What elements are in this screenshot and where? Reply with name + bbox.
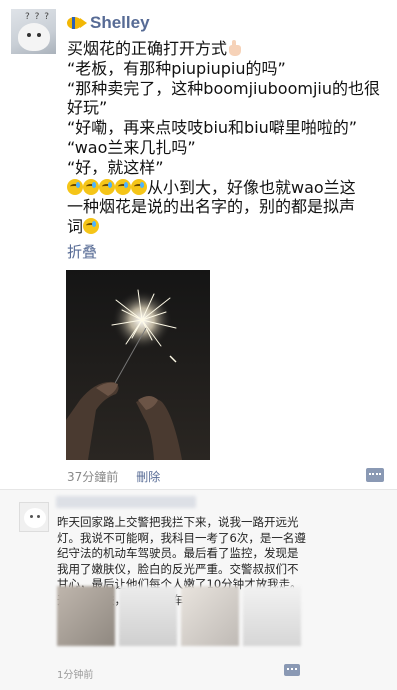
image-thumbnail[interactable]	[243, 586, 301, 646]
blurred-name	[56, 496, 196, 508]
post-text: 买烟花的正确打开方式 “老板，有那种piupiupiu的吗” “那种卖完了，这种…	[67, 39, 387, 237]
friend-avatar[interactable]	[19, 502, 49, 532]
post-meta: 37分鐘前 刪除	[67, 468, 160, 485]
author-avatar[interactable]: ? ? ?	[11, 9, 56, 54]
author-row: Shelley	[67, 12, 150, 34]
sparkler-photo[interactable]	[66, 270, 210, 460]
image-thumbnail[interactable]	[181, 586, 239, 646]
author-name[interactable]: Shelley	[90, 13, 150, 33]
post-line: 词	[67, 217, 84, 237]
post-time: 1分钟前	[57, 670, 94, 681]
fold-link[interactable]: 折叠	[67, 241, 97, 262]
post-line: 我用了嫩肤仪，脸白的反光严重。交警叔叔们不	[57, 561, 299, 576]
laughing-tears-emoji-icon	[83, 218, 100, 235]
embedded-post: 昨天回家路上交警把我拦下来，说我一路开远光 灯。我说不可能啊，我科目一考了6次，…	[0, 490, 397, 690]
comment-dots-icon[interactable]	[366, 468, 384, 482]
delete-link[interactable]: 刪除	[136, 468, 160, 485]
post-line: “老板，有那种piupiupiu的吗”	[67, 58, 286, 78]
image-thumbnail[interactable]	[57, 586, 115, 646]
laughing-tears-emoji-icon	[67, 178, 147, 195]
comment-dots-icon[interactable]	[284, 664, 300, 676]
post-line: “好，就这样”	[67, 157, 164, 177]
post-line: 一种烟花是说的出名字的，别的都是拟声	[67, 197, 356, 217]
post-line: “wao兰来几扎吗”	[67, 137, 196, 157]
pointing-hand-icon	[227, 40, 243, 57]
image-grid	[57, 586, 301, 646]
post-line: 从小到大，好像也就wao兰这	[147, 177, 356, 197]
post-line: 昨天回家路上交警把我拦下来，说我一路开远光	[57, 515, 299, 529]
post-line: 好玩”	[67, 98, 108, 118]
post-line: “那种卖完了，这种boomjiuboomjiu的也很	[67, 78, 380, 98]
tropical-fish-icon	[67, 16, 87, 30]
post-line: “好嘞，再来点吱吱biu和biu噼里啪啦的”	[67, 118, 358, 138]
image-thumbnail[interactable]	[119, 586, 177, 646]
post-line: 灯。我说不可能啊，我科目一考了6次，是一名遵	[57, 530, 306, 545]
post-line: 纪守法的机动车驾驶员。最后看了监控，发现是	[57, 546, 299, 561]
post-time: 37分鐘前	[67, 470, 119, 484]
post-line: 买烟花的正确打开方式	[67, 39, 228, 58]
